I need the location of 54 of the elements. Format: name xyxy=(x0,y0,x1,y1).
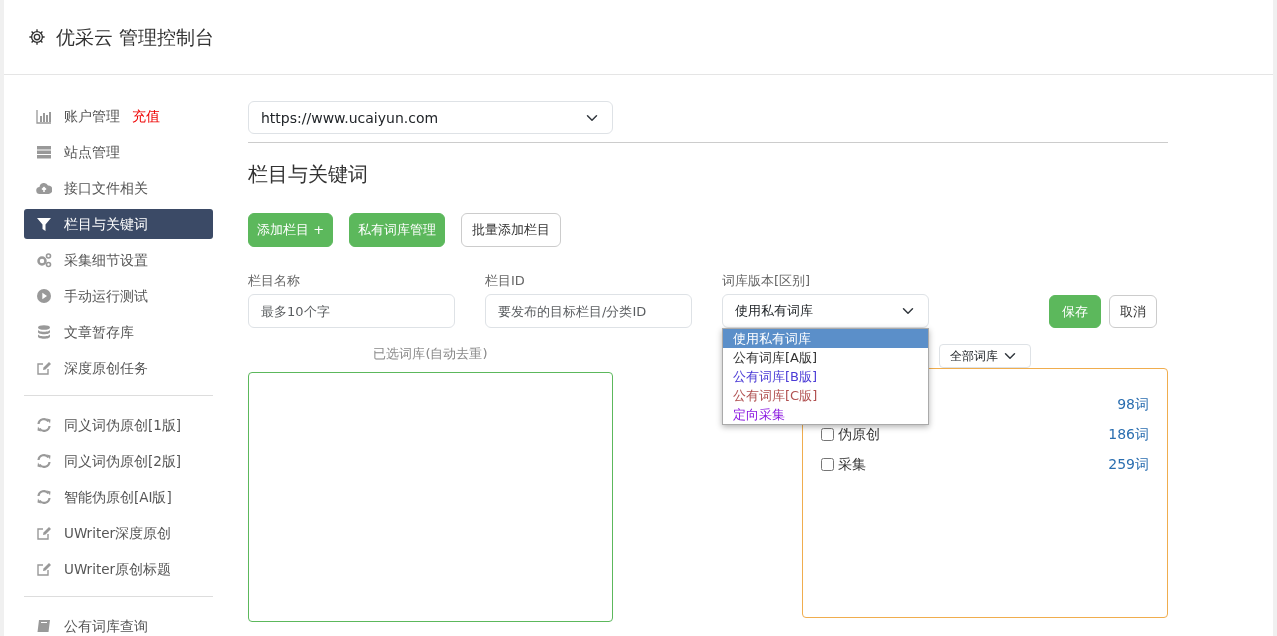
settings-icon xyxy=(28,28,46,46)
edit-icon xyxy=(36,561,52,577)
version-select[interactable]: 使用私有词库 xyxy=(722,294,929,328)
word-count: 98词 xyxy=(1117,394,1149,414)
cloud-upload-icon xyxy=(36,180,52,196)
sidebar-item[interactable]: 账户管理 充值 xyxy=(24,101,213,131)
checkbox[interactable] xyxy=(821,457,834,471)
sidebar-item[interactable]: 智能伪原创[AI版] xyxy=(24,482,213,512)
gears-icon xyxy=(36,252,52,268)
site-select[interactable]: https://www.ucaiyun.com xyxy=(248,101,613,134)
word-count: 259词 xyxy=(1108,454,1149,474)
sidebar-item[interactable]: 站点管理 xyxy=(24,137,213,167)
sidebar-item[interactable]: 公有词库查询 xyxy=(24,611,213,636)
recharge-link[interactable]: 充值 xyxy=(132,105,160,127)
field-label: 栏目名称 xyxy=(248,271,301,290)
refresh-icon xyxy=(36,453,52,469)
sidebar-label: 账户管理 xyxy=(64,106,120,126)
app-title: 优采云 管理控制台 xyxy=(56,24,215,50)
server-icon xyxy=(36,144,52,160)
dropdown-option[interactable]: 公有词库[B版] xyxy=(723,367,928,386)
refresh-icon xyxy=(36,417,52,433)
sidebar-item[interactable]: 同义词伪原创[2版] xyxy=(24,446,213,476)
word-count: 186词 xyxy=(1108,424,1149,444)
library-name: 采集 xyxy=(838,454,866,474)
dropdown-option[interactable]: 定向采集 xyxy=(723,405,928,424)
checkbox[interactable] xyxy=(821,427,834,441)
sidebar-item[interactable]: 手动运行测试 xyxy=(24,281,213,311)
sidebar-item[interactable]: 采集细节设置 xyxy=(24,245,213,275)
sidebar-item[interactable]: 同义词伪原创[1版] xyxy=(24,410,213,440)
cancel-button[interactable]: 取消 xyxy=(1109,294,1157,328)
library-filter[interactable]: 全部词库 xyxy=(939,344,1031,368)
sidebar-item[interactable]: 接口文件相关 xyxy=(24,173,213,203)
play-icon xyxy=(36,288,52,304)
sidebar-item[interactable]: UWriter原创标题 xyxy=(24,554,213,584)
chart-icon xyxy=(36,108,52,124)
field-label: 栏目ID xyxy=(485,271,526,290)
dropdown-option[interactable]: 公有词库[C版] xyxy=(723,386,928,405)
filter-icon xyxy=(36,216,52,232)
sidebar-item[interactable]: 深度原创任务 xyxy=(24,353,213,383)
input-field[interactable]: 要发布的目标栏目/分类ID xyxy=(485,294,692,328)
field-label: 词库版本[区别] xyxy=(722,271,812,290)
sidebar-item[interactable]: 栏目与关键词 xyxy=(24,209,213,239)
library-name: 伪原创 xyxy=(838,424,880,444)
box-title: 已选词库(自动去重) xyxy=(372,345,489,363)
database-icon xyxy=(36,324,52,340)
action-button[interactable]: 批量添加栏目 xyxy=(461,213,562,247)
sidebar-item[interactable]: 文章暂存库 xyxy=(24,317,213,347)
input-field[interactable]: 最多10个字 xyxy=(248,294,455,328)
edit-icon xyxy=(36,525,52,541)
edit-icon xyxy=(36,360,52,376)
refresh-icon xyxy=(36,489,52,505)
sidebar-item[interactable]: UWriter深度原创 xyxy=(24,518,213,548)
dropdown-option[interactable]: 公有词库[A版] xyxy=(723,348,928,367)
section-title: 栏目与关键词 xyxy=(248,161,369,188)
